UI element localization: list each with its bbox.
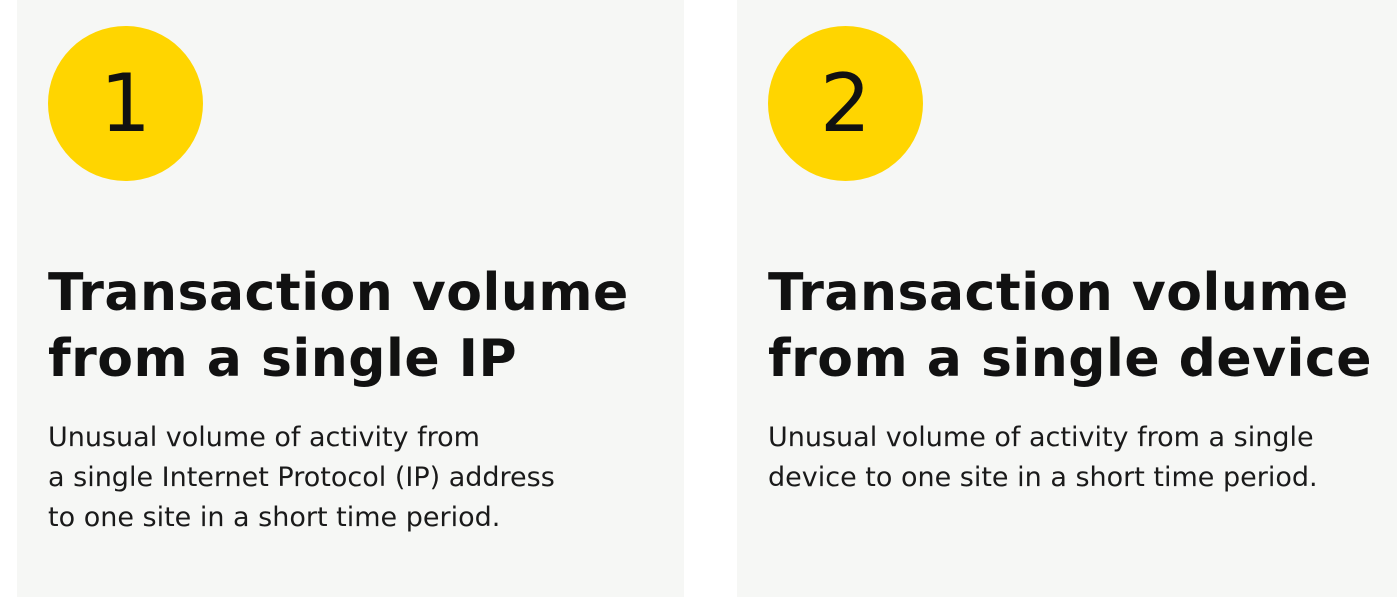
feature-card: 2 Transaction volume from a single devic… xyxy=(737,0,1397,597)
number-badge: 1 xyxy=(48,26,203,181)
number-badge: 2 xyxy=(768,26,923,181)
card-title-line: from a single IP xyxy=(48,329,518,389)
cards-container: 1 Transaction volume from a single IP Un… xyxy=(0,0,1397,597)
card-title: Transaction volume from a single device xyxy=(768,260,1387,392)
badge-number: 2 xyxy=(820,56,871,150)
badge-number: 1 xyxy=(100,56,151,150)
card-title-line: from a single device xyxy=(768,329,1372,389)
card-title: Transaction volume from a single IP xyxy=(48,260,674,392)
card-description: Unusual volume of activity from a single… xyxy=(768,422,1318,493)
card-title-line: Transaction volume xyxy=(768,263,1349,323)
card-description: Unusual volume of activity from a single… xyxy=(48,422,555,533)
feature-card: 1 Transaction volume from a single IP Un… xyxy=(17,0,684,597)
card-title-line: Transaction volume xyxy=(48,263,629,323)
